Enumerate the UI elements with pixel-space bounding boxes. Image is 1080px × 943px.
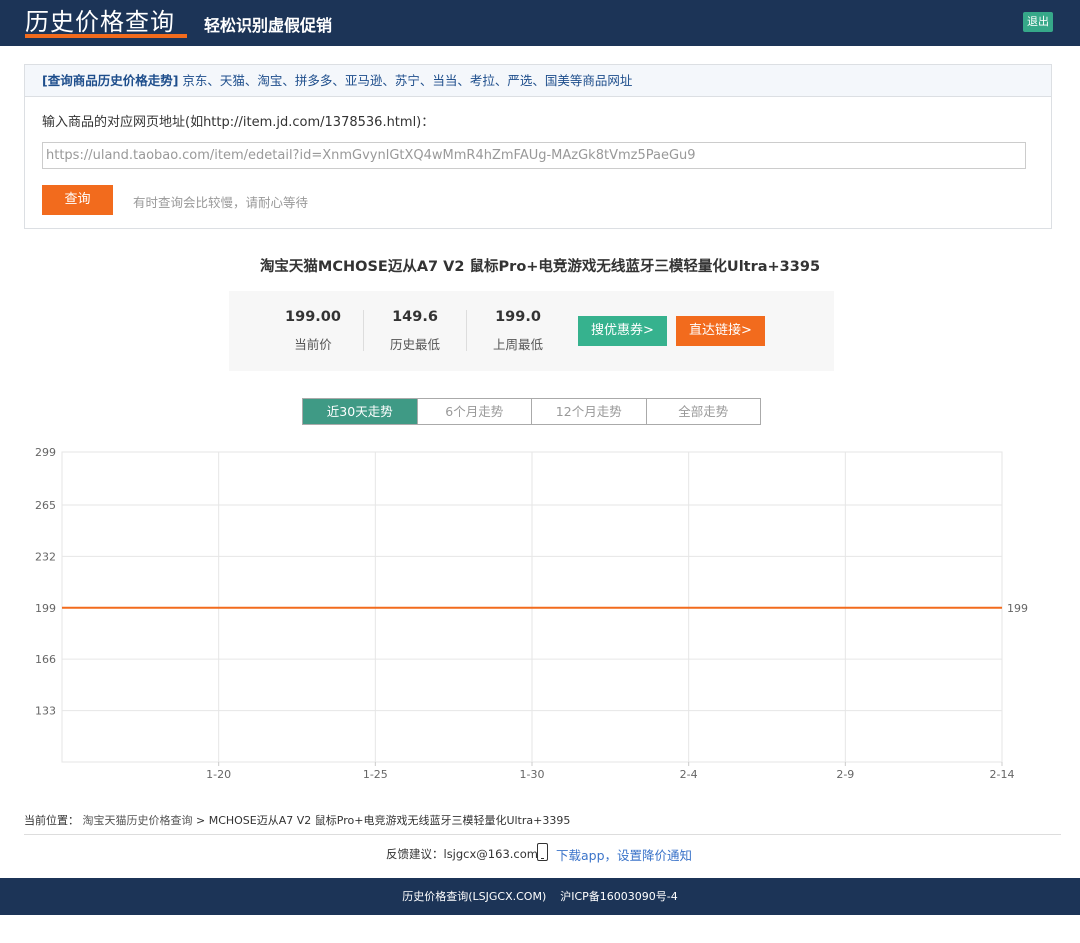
- current-price-stat: 199.00 当前价: [263, 309, 363, 353]
- query-button[interactable]: 查询: [42, 185, 113, 215]
- direct-link-button[interactable]: 直达链接>: [676, 316, 765, 346]
- footer-divider: [24, 834, 1061, 835]
- breadcrumb-current: > MCHOSE迈从A7 V2 鼠标Pro+电竞游戏无线蓝牙三模轻量化Ultra…: [192, 814, 571, 827]
- footer-icp[interactable]: 沪ICP备16003090号-4: [560, 890, 678, 903]
- stat-divider: [466, 310, 467, 351]
- series-end-label: 199: [1007, 602, 1028, 615]
- query-panel-header: [查询商品历史价格走势] 京东、天猫、淘宝、拼多多、亚马逊、苏宁、当当、考拉、严…: [25, 65, 1051, 97]
- tab-12-months[interactable]: 12个月走势: [531, 399, 646, 424]
- query-panel: [查询商品历史价格走势] 京东、天猫、淘宝、拼多多、亚马逊、苏宁、当当、考拉、严…: [24, 64, 1052, 229]
- tab-6-months[interactable]: 6个月走势: [416, 399, 532, 424]
- breadcrumb: 当前位置： 淘宝天猫历史价格查询 > MCHOSE迈从A7 V2 鼠标Pro+电…: [24, 812, 570, 828]
- y-tick-label: 265: [35, 499, 56, 512]
- stat-divider: [363, 310, 364, 351]
- historical-low-label: 历史最低: [389, 337, 440, 352]
- last-week-low-value: 199.0: [495, 309, 541, 325]
- product-url-input[interactable]: [42, 142, 1026, 169]
- y-tick-label: 299: [35, 446, 56, 459]
- last-week-low-stat: 199.0 上周最低: [468, 309, 568, 353]
- tab-30-days[interactable]: 近30天走势: [303, 399, 417, 424]
- historical-low-value: 149.6: [392, 309, 438, 325]
- y-tick-label: 166: [35, 653, 56, 666]
- current-price-label: 当前价: [294, 337, 332, 352]
- query-tip-text: 有时查询会比较慢，请耐心等待: [133, 195, 309, 210]
- price-summary-box: 199.00 当前价 149.6 历史最低 199.0 上周最低 搜优惠券> 直…: [229, 291, 834, 371]
- price-trend-chart: 299 265 232 199 166 133 1-20 1-25 1-30 2-4 2-9 2-14…: [35, 446, 1028, 781]
- y-tick-label: 232: [35, 550, 56, 563]
- query-panel-title: [查询商品历史价格走势]: [42, 73, 179, 88]
- x-tick-label: 1-20: [206, 768, 231, 781]
- supported-sites-text: 京东、天猫、淘宝、拼多多、亚马逊、苏宁、当当、考拉、严选、国美等商品网址: [182, 73, 633, 88]
- current-price-value: 199.00: [285, 309, 341, 325]
- search-coupon-button[interactable]: 搜优惠券>: [578, 316, 667, 346]
- logout-button[interactable]: 退出: [1023, 12, 1053, 32]
- x-tick-label: 2-14: [990, 768, 1015, 781]
- footer-site-name: 历史价格查询(LSJGCX.COM): [402, 890, 547, 903]
- download-app-link[interactable]: 下载app，设置降价通知: [556, 845, 692, 864]
- x-tick-label: 2-4: [680, 768, 698, 781]
- breadcrumb-link[interactable]: 淘宝天猫历史价格查询: [83, 814, 193, 827]
- last-week-low-label: 上周最低: [492, 337, 543, 352]
- logo-underline: [25, 34, 187, 38]
- site-slogan: 轻松识别虚假促销: [204, 16, 333, 35]
- x-tick-label: 1-25: [363, 768, 388, 781]
- feedback-text: 反馈建议：lsjgcx@163.com: [386, 847, 538, 861]
- tab-all[interactable]: 全部走势: [645, 399, 761, 424]
- x-tick-label: 2-9: [836, 768, 854, 781]
- trend-range-tabs: 近30天走势 6个月走势 12个月走势 全部走势: [302, 398, 761, 425]
- breadcrumb-prefix: 当前位置：: [24, 814, 79, 827]
- phone-icon: [537, 843, 548, 861]
- site-logo[interactable]: 历史价格查询: [25, 2, 175, 37]
- product-title: 淘宝天猫MCHOSE迈从A7 V2 鼠标Pro+电竞游戏无线蓝牙三模轻量化Ult…: [259, 259, 821, 275]
- historical-low-stat: 149.6 历史最低: [365, 309, 465, 353]
- url-input-label: 输入商品的对应网页地址(如http://item.jd.com/1378536.…: [42, 115, 435, 130]
- y-tick-label: 133: [35, 705, 56, 718]
- x-tick-label: 1-30: [520, 768, 545, 781]
- site-footer: 历史价格查询(LSJGCX.COM) 沪ICP备16003090号-4: [0, 878, 1080, 915]
- y-tick-label: 199: [35, 602, 56, 615]
- top-navbar: 历史价格查询 轻松识别虚假促销 退出: [0, 0, 1080, 46]
